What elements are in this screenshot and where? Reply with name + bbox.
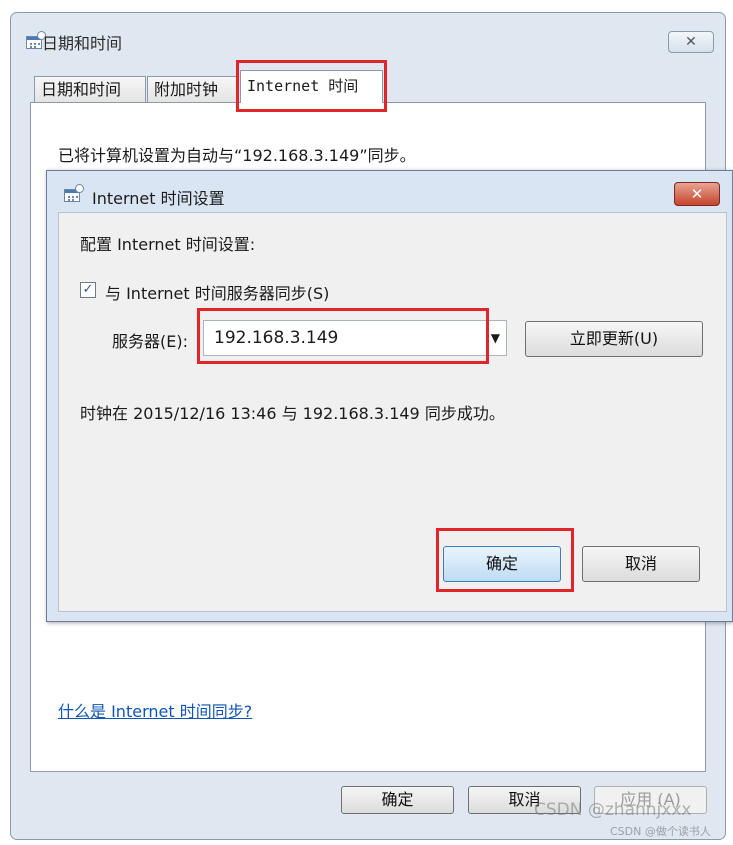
checkmark-icon: ✓ <box>82 282 94 297</box>
watermark: CSDN @zhannjxxx <box>534 800 692 820</box>
settings-heading: 配置 Internet 时间设置: <box>80 235 256 254</box>
inner-close-button[interactable]: ✕ <box>674 182 720 206</box>
inner-ok-button[interactable]: 确定 <box>443 546 561 582</box>
dialog-title: 日期和时间 <box>42 34 123 53</box>
server-label: 服务器(E): <box>112 332 188 351</box>
sync-summary-text: 已将计算机设置为自动与“192.168.3.149”同步。 <box>58 146 416 165</box>
server-combobox[interactable]: 192.168.3.149 ▼ <box>203 320 507 356</box>
chevron-down-icon[interactable]: ▼ <box>491 331 500 345</box>
close-icon: ✕ <box>685 34 697 50</box>
tab-date-time[interactable]: 日期和时间 <box>34 76 146 102</box>
ok-button[interactable]: 确定 <box>341 786 454 814</box>
inner-dialog-title: Internet 时间设置 <box>92 189 225 208</box>
tab-additional-clocks[interactable]: 附加时钟 <box>147 76 237 102</box>
internet-time-app-icon <box>62 184 84 204</box>
server-value[interactable]: 192.168.3.149 <box>214 328 338 348</box>
close-icon: ✕ <box>690 185 704 203</box>
update-now-button[interactable]: 立即更新(U) <box>525 321 703 357</box>
inner-cancel-button[interactable]: 取消 <box>582 546 700 582</box>
watermark-small: CSDN @做个读书人 <box>610 825 711 838</box>
sync-checkbox[interactable]: ✓ <box>80 282 96 298</box>
help-link[interactable]: 什么是 Internet 时间同步? <box>58 698 252 722</box>
sync-checkbox-label[interactable]: 与 Internet 时间服务器同步(S) <box>105 280 329 304</box>
tab-internet-time[interactable]: Internet 时间 <box>240 70 383 103</box>
sync-status-text: 时钟在 2015/12/16 13:46 与 192.168.3.149 同步成… <box>80 404 505 423</box>
close-button[interactable]: ✕ <box>668 31 714 53</box>
